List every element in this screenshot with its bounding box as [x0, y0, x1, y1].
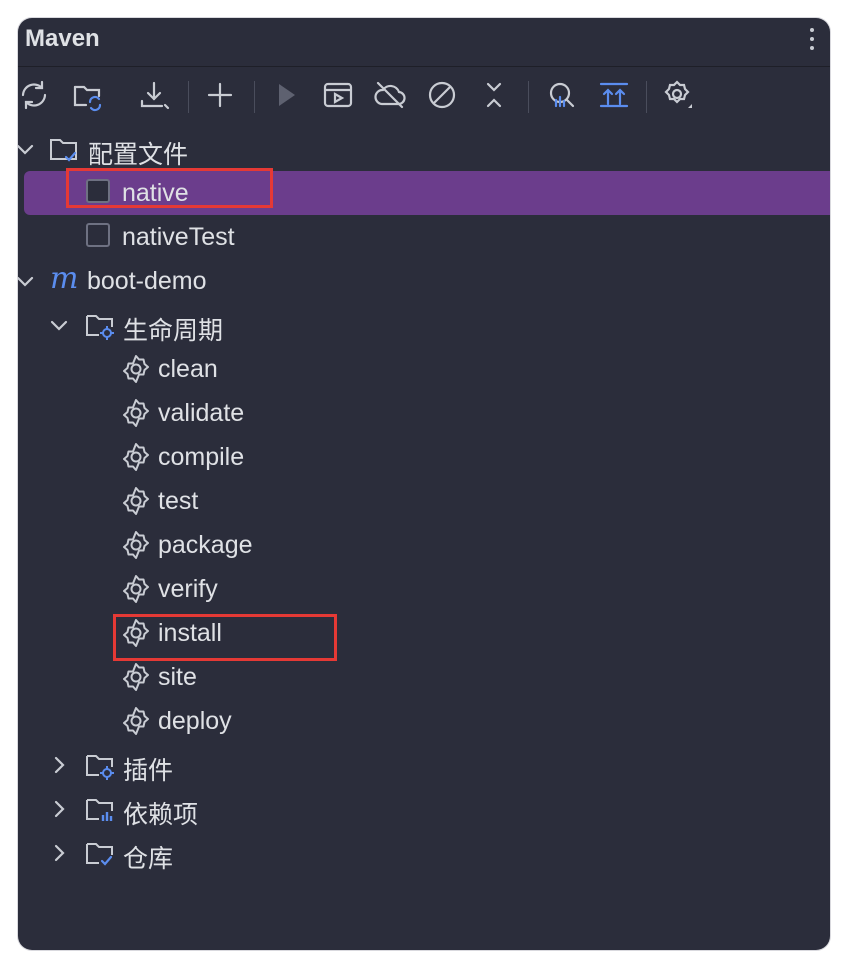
- chevron-right-icon[interactable]: [48, 752, 70, 778]
- tree-row-repositories[interactable]: 仓库: [18, 831, 830, 875]
- show-dependencies-icon[interactable]: [594, 75, 634, 115]
- profile-label: nativeTest: [122, 223, 235, 251]
- goal-item-validate[interactable]: validate: [18, 391, 830, 435]
- goal-label: compile: [158, 443, 245, 471]
- goal-label: deploy: [158, 707, 232, 735]
- gear-icon: [123, 443, 149, 471]
- repositories-label: 仓库: [123, 845, 174, 873]
- reload-all-icon[interactable]: [18, 75, 54, 115]
- lifecycle-label: 生命周期: [123, 317, 224, 345]
- gear-icon: [123, 663, 149, 691]
- tree-row-plugins[interactable]: 插件: [18, 743, 830, 787]
- chevron-down-icon[interactable]: [48, 312, 70, 338]
- gear-icon: [123, 399, 149, 427]
- chevron-right-icon[interactable]: [48, 840, 70, 866]
- execute-goal-icon[interactable]: [318, 75, 358, 115]
- download-icon[interactable]: [134, 75, 174, 115]
- gear-icon: [123, 707, 149, 735]
- repositories-folder-icon: [86, 843, 113, 866]
- gear-icon: [123, 531, 149, 559]
- collapse-all-icon[interactable]: [474, 75, 514, 115]
- goal-label: verify: [158, 575, 218, 603]
- goal-item-package[interactable]: package: [18, 523, 830, 567]
- maven-tool-window: Maven 配置文件 native nativeTest m boot-demo…: [18, 18, 830, 950]
- chevron-down-icon[interactable]: [18, 268, 36, 294]
- maven-project-icon: m: [50, 261, 79, 296]
- gear-icon: [123, 575, 149, 603]
- tree-row-project[interactable]: m boot-demo: [18, 259, 830, 303]
- profile-checkbox[interactable]: [86, 223, 110, 247]
- add-icon[interactable]: [200, 75, 240, 115]
- highlight-box-native: [66, 168, 273, 208]
- skip-tests-icon[interactable]: [422, 75, 462, 115]
- analyze-dependencies-icon[interactable]: [540, 75, 580, 115]
- plugins-folder-icon: [86, 755, 114, 780]
- goal-item-site[interactable]: site: [18, 655, 830, 699]
- goal-item-test[interactable]: test: [18, 479, 830, 523]
- chevron-right-icon[interactable]: [48, 796, 70, 822]
- goal-label: site: [158, 663, 197, 691]
- more-options-icon[interactable]: [808, 28, 816, 54]
- run-icon[interactable]: [266, 75, 306, 115]
- gear-icon: [123, 355, 149, 383]
- profile-item-nativetest[interactable]: nativeTest: [18, 215, 830, 259]
- profiles-label: 配置文件: [88, 141, 189, 169]
- goal-item-compile[interactable]: compile: [18, 435, 830, 479]
- goal-label: test: [158, 487, 199, 515]
- toolbar: [18, 75, 830, 119]
- dependencies-folder-icon: [86, 799, 113, 821]
- project-label: boot-demo: [87, 267, 207, 295]
- dependencies-label: 依赖项: [123, 801, 199, 829]
- gear-icon: [123, 487, 149, 515]
- goal-item-deploy[interactable]: deploy: [18, 699, 830, 743]
- settings-icon[interactable]: [658, 75, 698, 115]
- panel-title: Maven: [25, 25, 100, 52]
- tree-row-profiles[interactable]: 配置文件: [18, 127, 830, 171]
- toggle-offline-icon[interactable]: [370, 75, 410, 115]
- tree-row-dependencies[interactable]: 依赖项: [18, 787, 830, 831]
- chevron-down-icon[interactable]: [18, 136, 36, 162]
- goal-item-verify[interactable]: verify: [18, 567, 830, 611]
- goal-label: package: [158, 531, 253, 559]
- panel-header: Maven: [18, 18, 830, 67]
- goal-label: validate: [158, 399, 245, 427]
- tree-row-lifecycle[interactable]: 生命周期: [18, 303, 830, 347]
- goal-label: clean: [158, 355, 218, 383]
- plugins-label: 插件: [123, 757, 174, 785]
- profiles-folder-icon: [50, 139, 77, 162]
- lifecycle-folder-icon: [86, 315, 114, 340]
- reimport-icon[interactable]: [68, 75, 108, 115]
- goal-item-clean[interactable]: clean: [18, 347, 830, 391]
- highlight-box-install: [113, 614, 337, 661]
